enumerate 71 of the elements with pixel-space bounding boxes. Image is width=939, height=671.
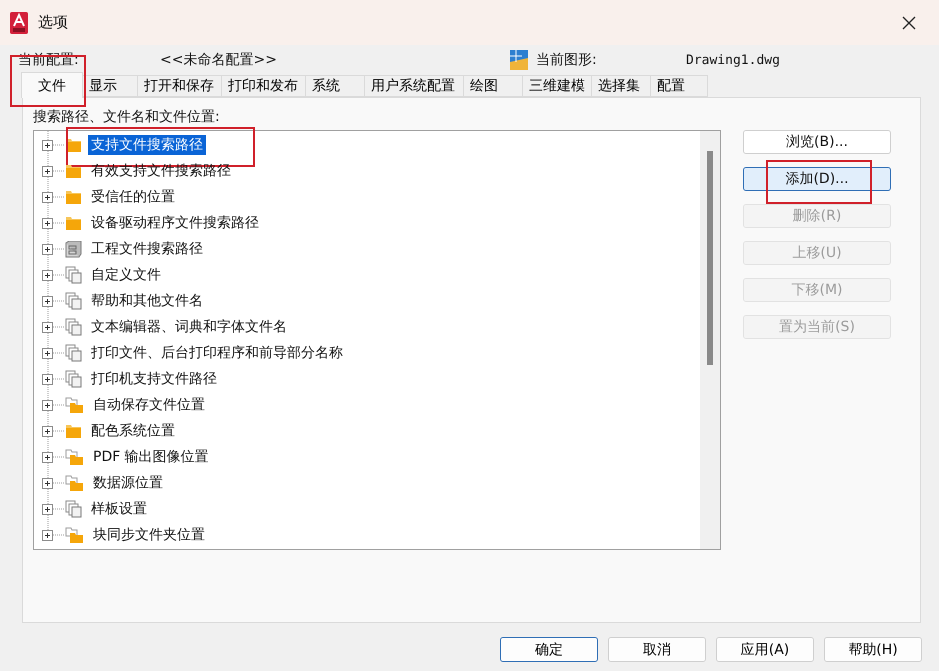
tree-item[interactable]: 打印文件、后台打印程序和前导部分名称 <box>88 343 346 363</box>
profile-name: <<未命名配置>> <box>160 51 278 69</box>
tree-item[interactable]: 帮助和其他文件名 <box>88 291 206 311</box>
folder-icon <box>65 189 82 205</box>
cabinet-icon <box>65 240 82 258</box>
tree-item[interactable]: 自定义文件 <box>88 265 164 285</box>
tab[interactable]: 打开和保存 <box>137 75 222 97</box>
tab[interactable]: 文件 <box>21 72 83 98</box>
expand-icon[interactable] <box>42 530 53 540</box>
drawing-file-icon <box>510 50 528 70</box>
drawing-name: Drawing1.dwg <box>686 52 780 68</box>
expand-icon[interactable] <box>42 218 53 228</box>
expand-icon[interactable] <box>42 244 53 254</box>
expand-icon[interactable] <box>42 348 53 358</box>
expand-icon[interactable] <box>42 478 53 488</box>
close-icon <box>901 14 917 30</box>
dialog-button[interactable]: 确定 <box>500 637 598 662</box>
tree-item[interactable]: 有效支持文件搜索路径 <box>88 161 234 181</box>
documents-icon <box>65 318 82 336</box>
expand-icon[interactable] <box>42 192 53 202</box>
expand-icon[interactable] <box>42 270 53 280</box>
documents-icon <box>65 500 82 518</box>
expand-icon[interactable] <box>42 426 53 436</box>
folder-icon <box>65 474 84 492</box>
scrollbar[interactable] <box>700 131 720 549</box>
action-button[interactable]: 添加(D)... <box>743 167 891 191</box>
documents-icon <box>65 370 82 388</box>
expand-icon[interactable] <box>42 166 53 176</box>
folder-icon <box>65 396 84 414</box>
folder-icon <box>65 423 82 439</box>
tree-item[interactable]: 设备驱动程序文件搜索路径 <box>88 213 262 233</box>
tree-item[interactable]: 支持文件搜索路径 <box>88 135 206 155</box>
folder-icon <box>65 448 84 466</box>
action-button[interactable]: 浏览(B)... <box>743 130 891 154</box>
tree-item[interactable]: PDF 输出图像位置 <box>90 447 212 467</box>
expand-icon[interactable] <box>42 296 53 306</box>
dialog-button[interactable]: 应用(A) <box>716 637 814 662</box>
drawing-label: 当前图形: <box>536 51 598 69</box>
documents-icon <box>65 266 82 284</box>
tab[interactable]: 打印和发布 <box>221 75 306 97</box>
tree-item[interactable]: 配色系统位置 <box>88 421 178 441</box>
documents-icon <box>65 292 82 310</box>
folder-icon <box>65 215 82 231</box>
tab[interactable]: 用户系统配置 <box>364 75 464 97</box>
tree-item[interactable]: 文本编辑器、词典和字体文件名 <box>88 317 290 337</box>
tree-label: 搜索路径、文件名和文件位置: <box>33 108 221 127</box>
expand-icon[interactable] <box>42 374 53 384</box>
documents-icon <box>65 344 82 362</box>
expand-icon[interactable] <box>42 452 53 462</box>
tree-item[interactable]: 数据源位置 <box>90 473 166 493</box>
expand-icon[interactable] <box>42 140 53 150</box>
expand-icon[interactable] <box>42 504 53 514</box>
tree-item[interactable]: 打印机支持文件路径 <box>88 369 220 389</box>
tree-item[interactable]: 工程文件搜索路径 <box>88 239 206 259</box>
tab[interactable]: 显示 <box>82 75 138 97</box>
tab[interactable]: 选择集 <box>591 75 651 97</box>
expand-icon[interactable] <box>42 322 53 332</box>
dialog-button[interactable]: 帮助(H) <box>824 637 922 662</box>
window-title: 选项 <box>38 13 69 32</box>
tab[interactable]: 配置 <box>650 75 708 97</box>
dialog-button[interactable]: 取消 <box>608 637 706 662</box>
tab[interactable]: 绘图 <box>463 75 523 97</box>
tree-item[interactable]: 块同步文件夹位置 <box>90 525 208 545</box>
folder-icon <box>65 526 84 544</box>
app-logo-icon <box>10 12 28 34</box>
tab[interactable]: 三维建模 <box>522 75 592 97</box>
expand-icon[interactable] <box>42 400 53 410</box>
tab[interactable]: 系统 <box>305 75 365 97</box>
tree-item[interactable]: 自动保存文件位置 <box>90 395 208 415</box>
tree-item[interactable]: 样板设置 <box>88 499 150 519</box>
tree-item[interactable]: 受信任的位置 <box>88 187 178 207</box>
